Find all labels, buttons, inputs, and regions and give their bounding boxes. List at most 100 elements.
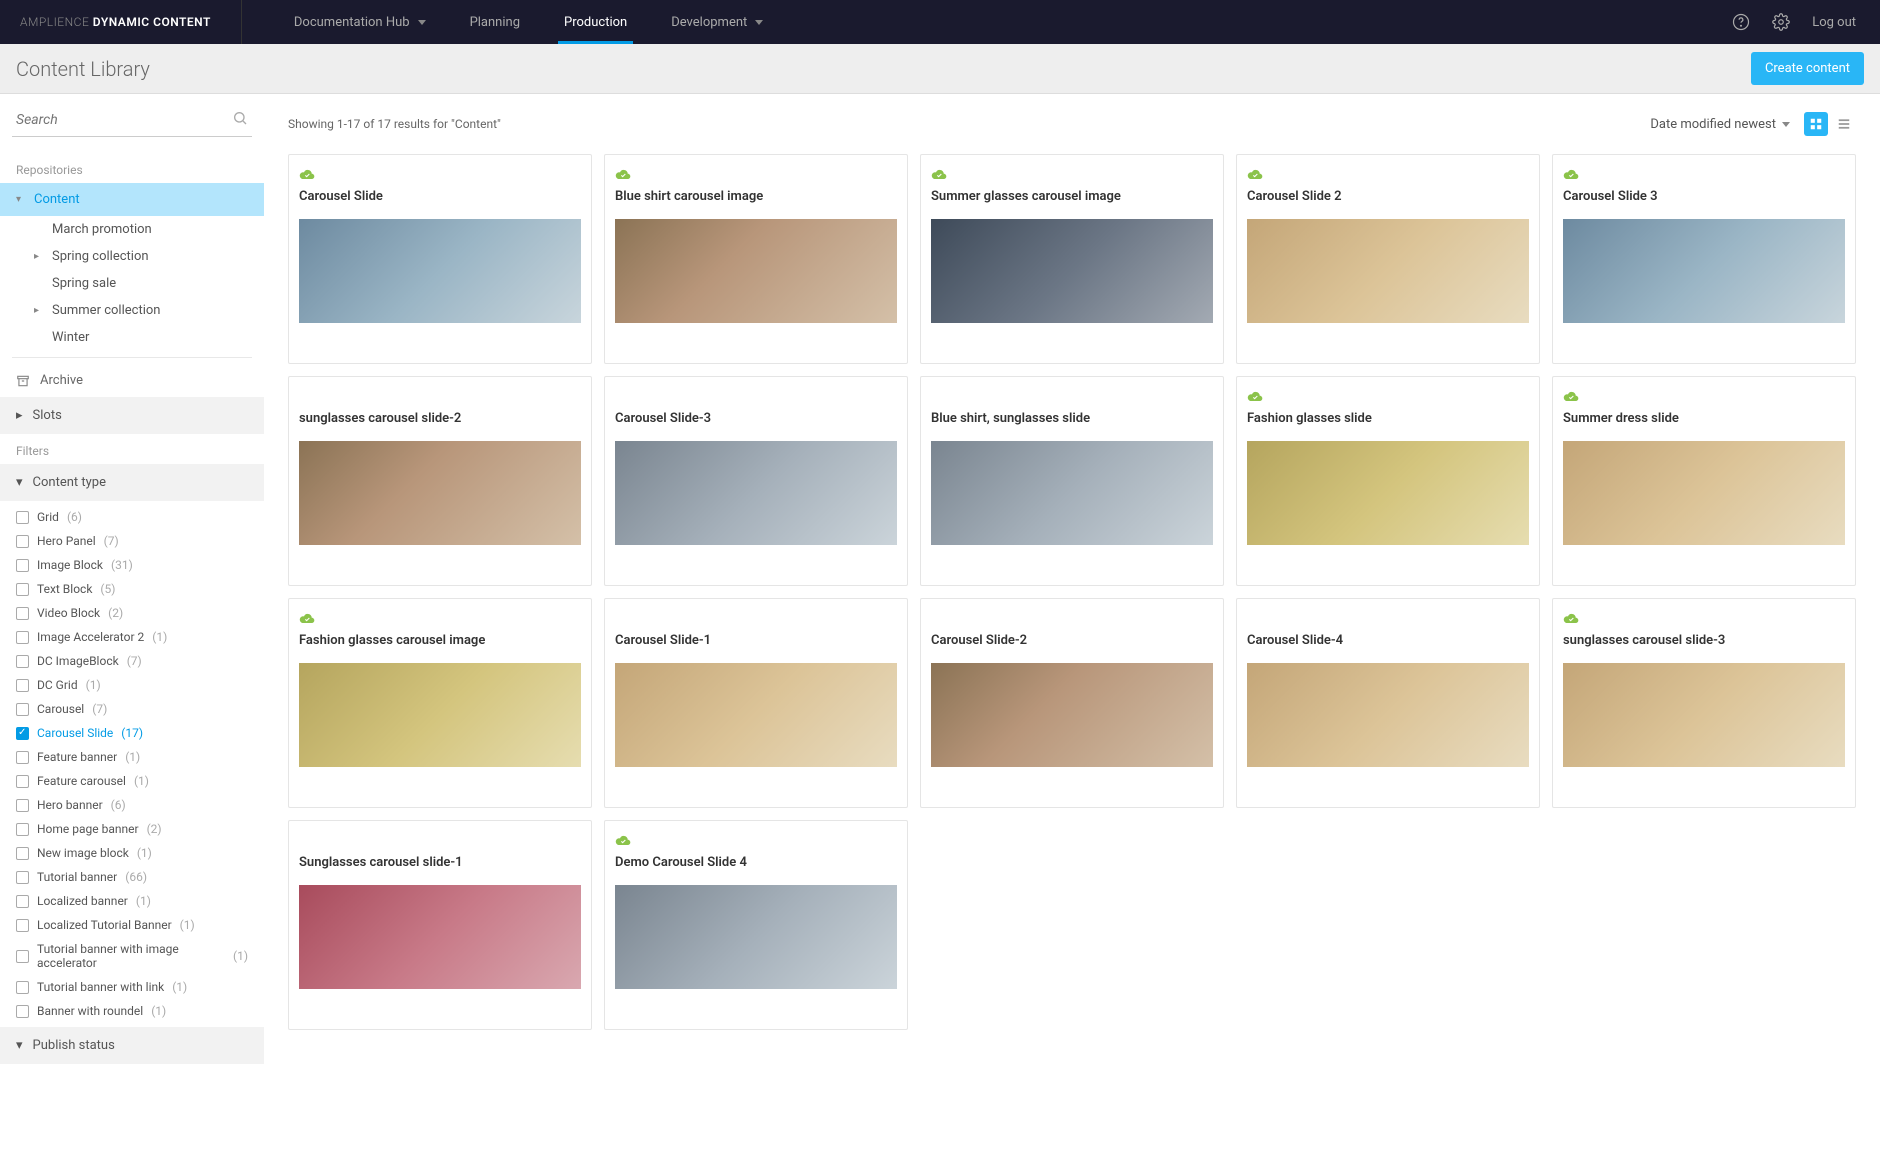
filter-count: (6) [111, 798, 126, 812]
filter-tutorial-banner-with-link[interactable]: Tutorial banner with link (1) [0, 975, 264, 999]
card-thumbnail [1247, 219, 1529, 323]
filter-image-accelerator-2[interactable]: Image Accelerator 2 (1) [0, 625, 264, 649]
filter-home-page-banner[interactable]: Home page banner (2) [0, 817, 264, 841]
slots-row[interactable]: ▸ Slots [0, 397, 264, 434]
filter-count: (2) [108, 606, 123, 620]
sub-header: Content Library Create content [0, 44, 1880, 94]
filter-tutorial-banner-with-image-accelerator[interactable]: Tutorial banner with image accelerator (… [0, 937, 264, 975]
filter-new-image-block[interactable]: New image block (1) [0, 841, 264, 865]
filter-hero-banner[interactable]: Hero banner (6) [0, 793, 264, 817]
tree-item-spring-collection[interactable]: ▸Spring collection [34, 243, 264, 270]
filter-count: (7) [127, 654, 142, 668]
filter-image-block[interactable]: Image Block (31) [0, 553, 264, 577]
sort-label: Date modified newest [1650, 117, 1776, 132]
chevron-right-icon: ▸ [34, 305, 44, 316]
content-card[interactable]: Summer glasses carousel image [920, 154, 1224, 364]
filter-video-block[interactable]: Video Block (2) [0, 601, 264, 625]
content-card[interactable]: Carousel Slide-1 [604, 598, 908, 808]
nav-tab-production[interactable]: Production [542, 0, 649, 44]
filter-localized-tutorial-banner[interactable]: Localized Tutorial Banner (1) [0, 913, 264, 937]
content-card[interactable]: Carousel Slide-2 [920, 598, 1224, 808]
chevron-right-icon: ▸ [16, 408, 23, 423]
filter-count: (5) [100, 582, 115, 596]
filter-header-content-type[interactable]: ▾ Content type [0, 464, 264, 501]
chevron-down-icon [755, 20, 763, 25]
content-card[interactable]: Blue shirt carousel image [604, 154, 908, 364]
tree-label: Spring collection [52, 249, 149, 264]
published-cloud-icon [299, 167, 581, 179]
filter-carousel[interactable]: Carousel (7) [0, 697, 264, 721]
card-thumbnail [615, 885, 897, 989]
filter-header-publish-status[interactable]: ▾ Publish status [0, 1027, 264, 1064]
tree-item-winter[interactable]: Winter [34, 324, 264, 351]
archive-row[interactable]: Archive [0, 364, 264, 397]
search-input[interactable] [12, 104, 252, 137]
nav-tab-development[interactable]: Development [649, 0, 785, 44]
card-thumbnail [615, 441, 897, 545]
logout-link[interactable]: Log out [1812, 15, 1856, 30]
card-title: Blue shirt carousel image [615, 189, 897, 207]
card-status-row [1563, 167, 1845, 183]
card-thumbnail [1563, 663, 1845, 767]
tree-item-march-promotion[interactable]: March promotion [34, 216, 264, 243]
content-children: March promotion▸Spring collectionSpring … [0, 216, 264, 351]
filter-feature-banner[interactable]: Feature banner (1) [0, 745, 264, 769]
content-card[interactable]: Sunglasses carousel slide-1 [288, 820, 592, 1030]
content-card[interactable]: Carousel Slide-4 [1236, 598, 1540, 808]
card-thumbnail [615, 663, 897, 767]
filter-dc-grid[interactable]: DC Grid (1) [0, 673, 264, 697]
filter-label: Hero Panel [37, 534, 96, 548]
sort-dropdown[interactable]: Date modified newest [1650, 117, 1790, 132]
nav-tab-planning[interactable]: Planning [448, 0, 542, 44]
filter-label: Carousel [37, 702, 84, 716]
card-status-row [299, 833, 581, 849]
list-view-button[interactable] [1832, 112, 1856, 136]
create-content-button[interactable]: Create content [1751, 52, 1864, 85]
filter-carousel-slide[interactable]: Carousel Slide (17) [0, 721, 264, 745]
grid-view-button[interactable] [1804, 112, 1828, 136]
content-card[interactable]: Blue shirt, sunglasses slide [920, 376, 1224, 586]
filter-feature-carousel[interactable]: Feature carousel (1) [0, 769, 264, 793]
tree-label: Content [34, 192, 80, 207]
content-card[interactable]: Carousel Slide-3 [604, 376, 908, 586]
tree-item-content[interactable]: ▾ Content [0, 183, 264, 216]
content-card[interactable]: sunglasses carousel slide-2 [288, 376, 592, 586]
filter-grid[interactable]: Grid (6) [0, 505, 264, 529]
nav-tab-documentation-hub[interactable]: Documentation Hub [272, 0, 448, 44]
card-title: Blue shirt, sunglasses slide [931, 411, 1213, 429]
filter-localized-banner[interactable]: Localized banner (1) [0, 889, 264, 913]
chevron-down-icon [1782, 122, 1790, 127]
filter-hero-panel[interactable]: Hero Panel (7) [0, 529, 264, 553]
content-card[interactable]: Demo Carousel Slide 4 [604, 820, 908, 1030]
card-title: Summer dress slide [1563, 411, 1845, 429]
filter-count: (31) [111, 558, 133, 572]
filter-label: DC ImageBlock [37, 654, 119, 668]
help-icon[interactable] [1732, 13, 1750, 31]
filter-label: Image Block [37, 558, 103, 572]
filter-banner-with-roundel[interactable]: Banner with roundel (1) [0, 999, 264, 1023]
checkbox-icon [16, 871, 29, 884]
content-card[interactable]: sunglasses carousel slide-3 [1552, 598, 1856, 808]
top-nav: AMPLIENCE DYNAMIC CONTENT Documentation … [0, 0, 1880, 44]
filter-label: Hero banner [37, 798, 103, 812]
filter-tutorial-banner[interactable]: Tutorial banner (66) [0, 865, 264, 889]
filter-text-block[interactable]: Text Block (5) [0, 577, 264, 601]
filter-dc-imageblock[interactable]: DC ImageBlock (7) [0, 649, 264, 673]
content-card[interactable]: Fashion glasses carousel image [288, 598, 592, 808]
gear-icon[interactable] [1772, 13, 1790, 31]
content-type-label: Content type [33, 475, 106, 490]
checkbox-icon [16, 847, 29, 860]
tree-item-summer-collection[interactable]: ▸Summer collection [34, 297, 264, 324]
content-card[interactable]: Fashion glasses slide [1236, 376, 1540, 586]
tree-item-spring-sale[interactable]: Spring sale [34, 270, 264, 297]
checkbox-icon [16, 751, 29, 764]
filter-label: Grid [37, 510, 59, 524]
filter-label: New image block [37, 846, 129, 860]
content-card[interactable]: Carousel Slide 3 [1552, 154, 1856, 364]
search-icon[interactable] [232, 110, 248, 126]
filter-label: Tutorial banner with link [37, 980, 164, 994]
content-card[interactable]: Carousel Slide [288, 154, 592, 364]
content-card[interactable]: Summer dress slide [1552, 376, 1856, 586]
checkbox-icon [16, 775, 29, 788]
content-card[interactable]: Carousel Slide 2 [1236, 154, 1540, 364]
